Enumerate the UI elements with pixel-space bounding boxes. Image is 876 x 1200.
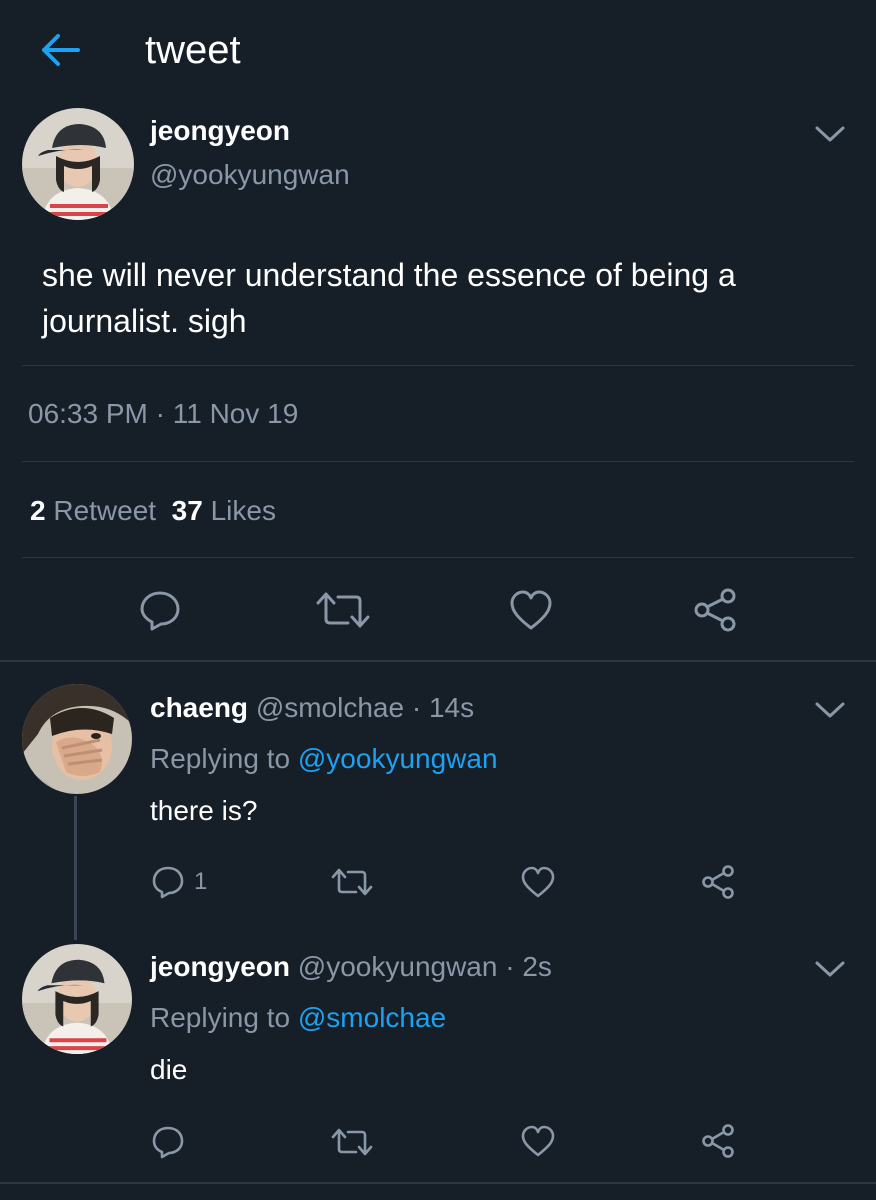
reply-count: 1	[194, 868, 208, 895]
page-title: tweet	[145, 28, 241, 72]
reply-icon	[152, 866, 184, 899]
thread-line	[74, 796, 77, 940]
reply-text: die	[150, 1054, 188, 1085]
divider	[22, 461, 854, 462]
tweet-text: she will never understand the essence of…	[42, 257, 736, 339]
reply-icon[interactable]	[138, 588, 182, 632]
replying-to-label: Replying to	[150, 743, 291, 774]
divider	[22, 557, 854, 558]
reply-author-name[interactable]: jeongyeon	[150, 951, 290, 982]
author-name[interactable]: jeongyeon	[150, 113, 290, 149]
back-arrow-icon[interactable]	[38, 30, 82, 70]
author-handle[interactable]: @yookyungwan	[150, 157, 350, 193]
tweet-stats[interactable]: 2 Retweet 37 Likes	[30, 493, 276, 529]
replying-to: Replying to @yookyungwan	[150, 741, 498, 777]
reply-author-name[interactable]: chaeng	[150, 692, 248, 723]
chevron-down-icon[interactable]	[814, 700, 846, 720]
chevron-down-icon[interactable]	[814, 124, 846, 144]
divider	[22, 365, 854, 366]
retweet-count: 2	[30, 495, 46, 526]
retweet-icon[interactable]	[330, 1126, 374, 1158]
share-icon[interactable]	[700, 864, 736, 900]
section-divider	[0, 1182, 876, 1184]
replying-to-link[interactable]: @smolchae	[298, 1002, 446, 1033]
retweet-icon[interactable]	[330, 866, 374, 898]
replying-to: Replying to @smolchae	[150, 1000, 446, 1036]
replying-to-label: Replying to	[150, 1002, 291, 1033]
avatar[interactable]	[22, 108, 134, 220]
reply-handle-time: @yookyungwan · 2s	[297, 951, 552, 982]
chevron-down-icon[interactable]	[814, 959, 846, 979]
tweet-timestamp: 06:33 PM · 11 Nov 19	[28, 398, 299, 429]
avatar[interactable]	[22, 684, 132, 794]
reply-handle-time: @smolchae · 14s	[255, 692, 475, 723]
like-icon[interactable]	[508, 588, 554, 632]
retweet-label: Retweet	[53, 495, 157, 526]
share-icon[interactable]	[692, 587, 738, 633]
section-divider	[0, 660, 876, 662]
reply-icon[interactable]	[150, 1124, 186, 1160]
reply-header: chaeng @smolchae · 14s	[150, 690, 474, 726]
retweet-icon[interactable]	[314, 589, 372, 631]
reply-text: there is?	[150, 795, 258, 826]
like-icon[interactable]	[520, 865, 556, 899]
replying-to-link[interactable]: @yookyungwan	[298, 743, 498, 774]
like-count: 37	[171, 495, 203, 526]
reply-header: jeongyeon @yookyungwan · 2s	[150, 949, 552, 985]
like-icon[interactable]	[520, 1124, 556, 1158]
likes-label: Likes	[210, 495, 276, 526]
reply-button[interactable]: 1	[150, 864, 207, 900]
avatar[interactable]	[22, 944, 132, 1054]
share-icon[interactable]	[700, 1123, 736, 1159]
